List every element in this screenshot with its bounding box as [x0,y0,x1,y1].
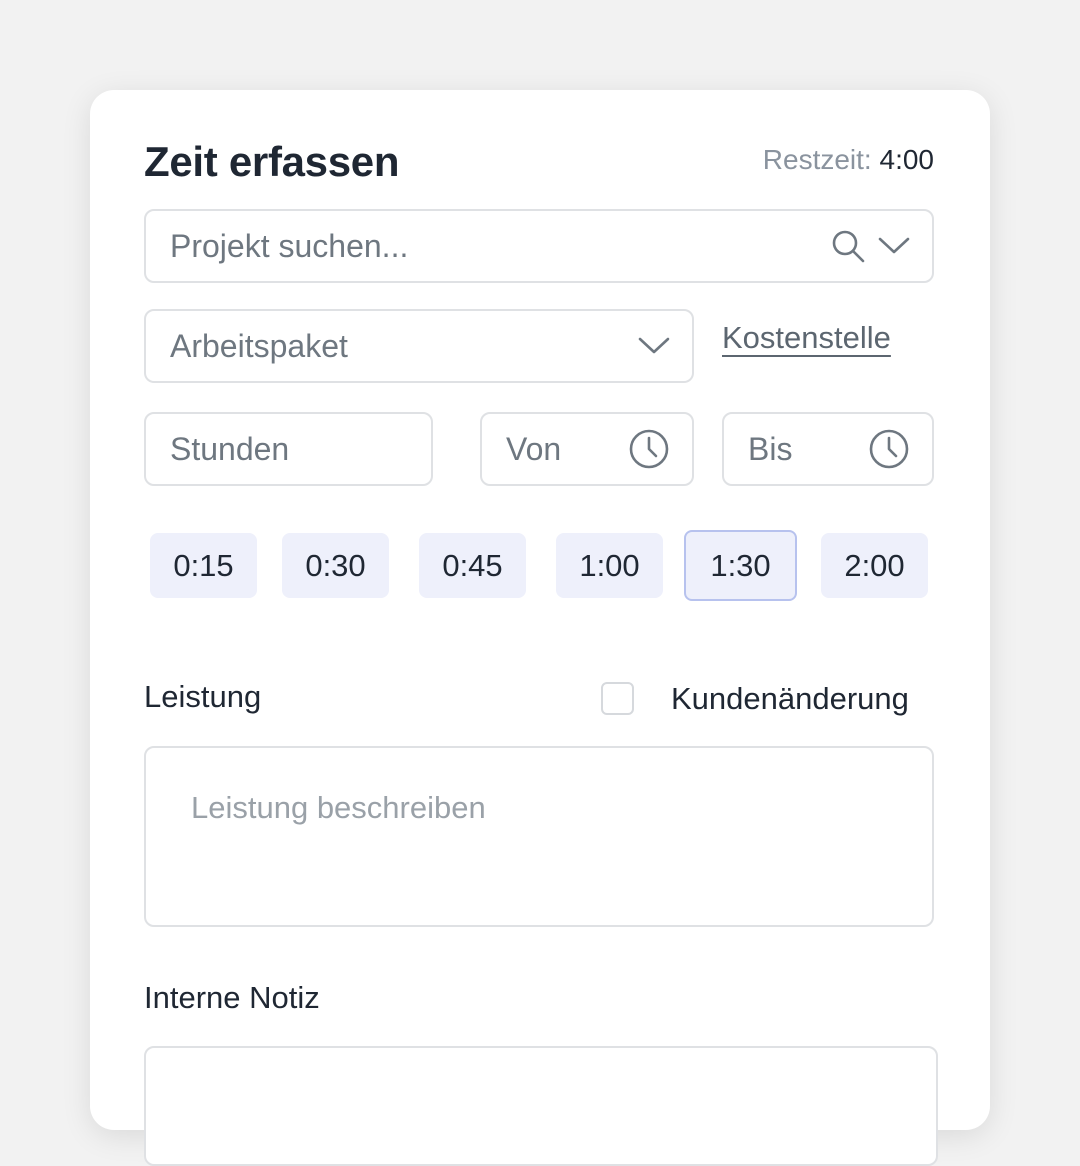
duration-chip-0-45[interactable]: 0:45 [419,533,526,598]
duration-chip-2-00[interactable]: 2:00 [821,533,928,598]
internal-note-label: Interne Notiz [144,980,320,1015]
project-search-placeholder: Projekt suchen... [170,227,409,264]
service-description-placeholder: Leistung beschreiben [191,790,486,825]
project-search-input[interactable]: Projekt suchen... [144,209,934,283]
duration-chip-0-15[interactable]: 0:15 [150,533,257,598]
clock-icon[interactable] [868,428,910,470]
to-time-input[interactable]: Bis [722,412,934,486]
cost-center-link[interactable]: Kostenstelle [722,320,891,356]
duration-chip-1-30[interactable]: 1:30 [684,530,797,601]
remaining-time: Restzeit: 4:00 [763,144,934,176]
remaining-time-label: Restzeit: [762,144,872,175]
service-label: Leistung [144,679,262,714]
internal-note-textarea[interactable] [144,1046,938,1166]
clock-icon[interactable] [628,428,670,470]
work-package-placeholder: Arbeitspaket [170,327,348,364]
page-title: Zeit erfassen [144,138,400,185]
remaining-time-value: 4:00 [879,144,935,175]
work-package-select[interactable]: Arbeitspaket [144,309,694,383]
service-description-textarea[interactable]: Leistung beschreiben [144,746,934,927]
chevron-down-icon[interactable] [878,236,910,256]
customer-change-checkbox[interactable] [601,682,634,715]
quick-duration-chips: 0:15 0:30 0:45 1:00 1:30 2:00 [150,530,928,601]
from-time-placeholder: Von [506,430,562,467]
to-time-placeholder: Bis [748,430,793,467]
time-entry-card: Zeit erfassen Restzeit: 4:00 Projekt suc… [90,90,990,1166]
duration-chip-0-30[interactable]: 0:30 [282,533,389,598]
hours-input[interactable]: Stunden [144,412,433,486]
customer-change-label[interactable]: Kundenänderung [671,681,909,717]
duration-chip-1-00[interactable]: 1:00 [556,533,663,598]
search-icon[interactable] [830,228,866,264]
from-time-input[interactable]: Von [480,412,694,486]
chevron-down-icon [638,336,670,356]
hours-placeholder: Stunden [170,430,290,467]
